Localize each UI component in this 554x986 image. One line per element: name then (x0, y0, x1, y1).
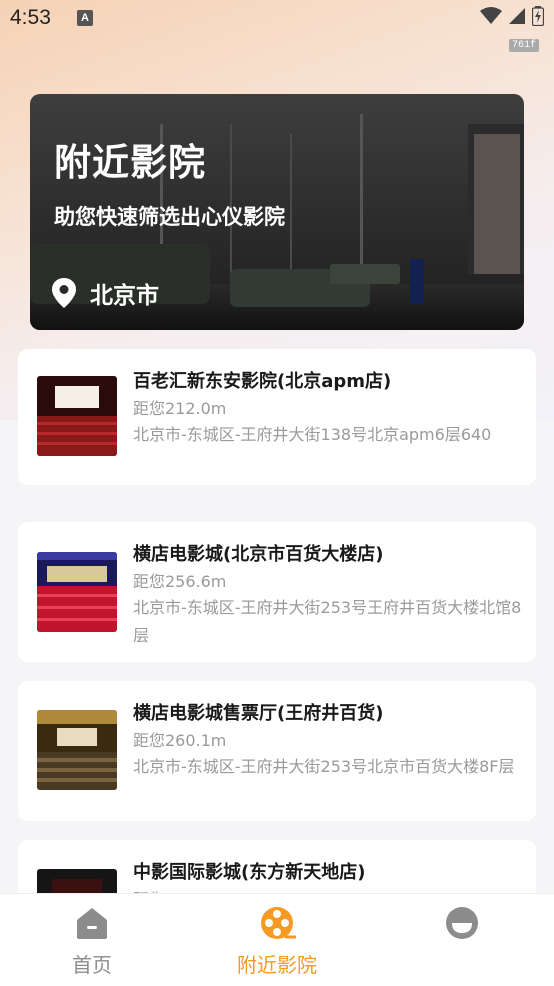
home-icon (77, 908, 107, 939)
cinema-thumbnail (37, 710, 117, 790)
tab-profile[interactable] (387, 894, 537, 986)
cinema-address: 北京市-东城区-王府井大街253号王府井百货大楼北馆8层 (133, 598, 522, 645)
profile-icon (446, 907, 478, 939)
cinema-card[interactable]: 横店电影城售票厅(王府井百货) 距您260.1m 北京市-东城区-王府井大街25… (18, 681, 536, 821)
nearby-cinema-banner: 附近影院 助您快速筛选出心仪影院 北京市 (30, 94, 524, 330)
build-tag: 761f (508, 39, 539, 52)
tab-home-label: 首页 (72, 953, 112, 977)
tab-nearby-cinema[interactable]: 附近影院 (202, 894, 352, 986)
wifi-icon (480, 7, 502, 24)
cinema-card[interactable]: 百老汇新东安影院(北京apm店) 距您212.0m 北京市-东城区-王府井大街1… (18, 349, 536, 485)
cinema-name: 横店电影城售票厅(王府井百货) (133, 703, 384, 724)
cinema-thumbnail (37, 552, 117, 632)
system-icons (480, 6, 544, 26)
cinema-thumbnail (37, 376, 117, 456)
cinema-name: 中影国际影城(东方新天地店) (133, 862, 366, 883)
signal-icon (509, 8, 525, 24)
banner-subtitle: 助您快速筛选出心仪影院 (54, 205, 285, 229)
film-reel-icon (261, 907, 296, 939)
banner-title: 附近影院 (54, 141, 206, 184)
location-city: 北京市 (90, 283, 159, 309)
cinema-distance: 距您260.1m (133, 731, 227, 750)
notification-a-icon: A (77, 10, 93, 26)
cinema-name: 百老汇新东安影院(北京apm店) (133, 371, 392, 392)
bottom-tab-bar: 首页 附近影院 (0, 893, 554, 986)
cinema-address: 北京市-东城区-王府井大街138号北京apm6层640 (133, 425, 492, 444)
location-selector[interactable]: 北京市 (52, 276, 159, 310)
battery-icon (532, 6, 544, 26)
location-pin-icon (52, 278, 76, 308)
tab-nearby-cinema-label: 附近影院 (237, 953, 317, 977)
status-bar: 4:53 A 761f (0, 0, 554, 52)
cinema-distance: 距您256.6m (133, 572, 227, 591)
cinema-card[interactable]: 横店电影城(北京市百货大楼店) 距您256.6m 北京市-东城区-王府井大街25… (18, 522, 536, 662)
status-time: 4:53 (10, 6, 51, 29)
cinema-distance: 距您212.0m (133, 399, 227, 418)
tab-home[interactable]: 首页 (17, 894, 167, 986)
cinema-name: 横店电影城(北京市百货大楼店) (133, 544, 384, 565)
cinema-address: 北京市-东城区-王府井大街253号北京市百货大楼8F层 (133, 757, 515, 776)
